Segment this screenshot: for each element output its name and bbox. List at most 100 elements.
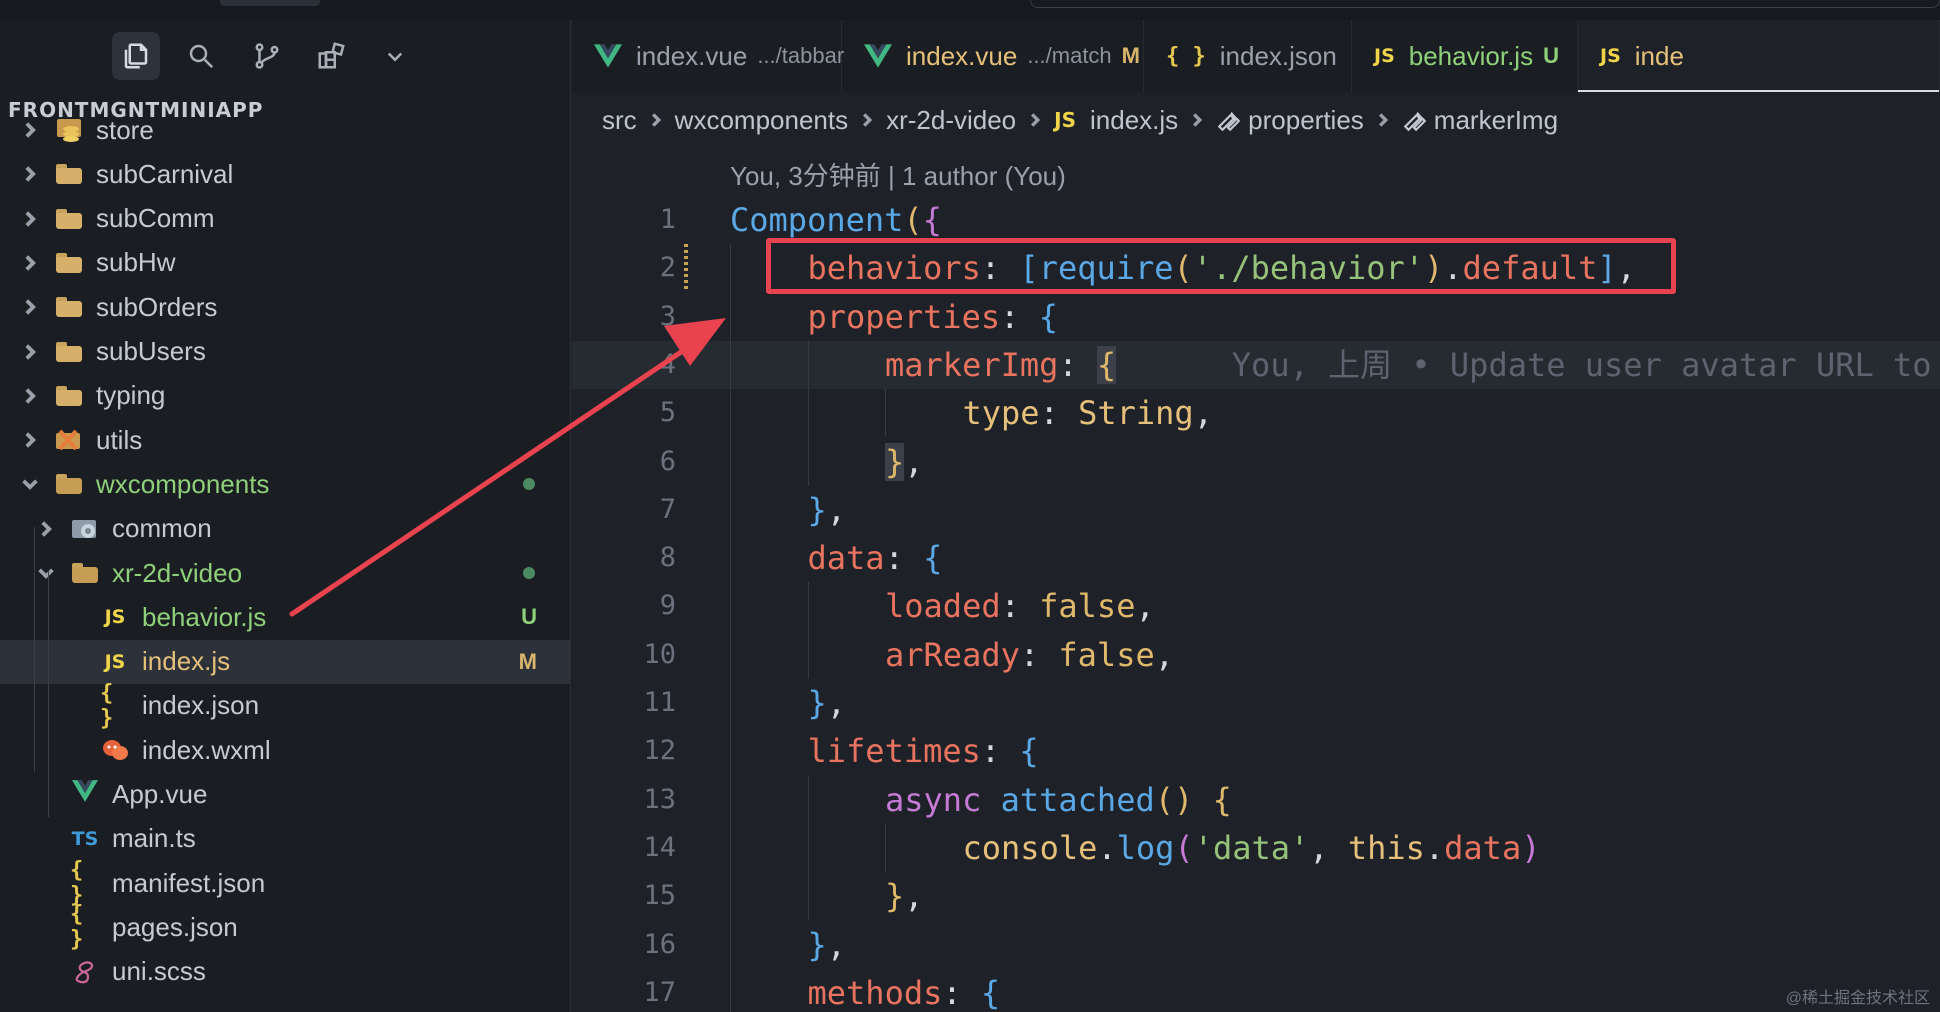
- code-line[interactable]: 14 console.log('data', this.data): [572, 824, 1940, 872]
- activity-toolbar: [0, 20, 570, 92]
- tree-item-main-ts[interactable]: TS main.ts: [0, 817, 570, 861]
- tree-item-app-vue[interactable]: App.vue: [0, 773, 570, 817]
- tree-item-index-wxml[interactable]: index.wxml: [0, 728, 570, 772]
- command-center[interactable]: [1030, 0, 1940, 8]
- folder-icon: [56, 252, 82, 273]
- tree-item-label: typing: [96, 380, 166, 411]
- chevron-right-icon: [1028, 113, 1042, 127]
- code-text: type: String,: [962, 394, 1213, 433]
- source-control-icon[interactable]: [243, 32, 291, 80]
- title-bar: [0, 0, 1940, 20]
- tree-item-behavior-js[interactable]: JS behavior.js U: [0, 595, 570, 639]
- tree-item-label: behavior.js: [142, 601, 267, 632]
- files-icon[interactable]: [112, 32, 160, 80]
- breadcrumb-properties[interactable]: properties: [1216, 105, 1364, 136]
- tree-item-common[interactable]: common: [0, 507, 570, 551]
- breadcrumb-file[interactable]: JS index.js: [1054, 105, 1178, 136]
- tab-index-json[interactable]: { } index.json: [1144, 20, 1352, 92]
- line-number: 6: [659, 445, 676, 477]
- code-line[interactable]: 5 type: String,: [572, 389, 1940, 437]
- folder-icon: [56, 208, 82, 229]
- code-line[interactable]: 7},: [572, 486, 1940, 534]
- code-line[interactable]: 3 properties: {: [572, 293, 1940, 341]
- code-line[interactable]: 1 Component({: [572, 196, 1940, 244]
- tree-item-store[interactable]: store: [0, 108, 570, 152]
- code-line[interactable]: 8 data: {: [572, 534, 1940, 582]
- tree-indent-guide: [48, 571, 49, 817]
- tree-item-subusers[interactable]: subUsers: [0, 330, 570, 374]
- code-line[interactable]: 13 async attached() {: [572, 776, 1940, 824]
- code-text: loaded: false,: [885, 587, 1155, 626]
- code-line[interactable]: 11},: [572, 679, 1940, 727]
- tree-item-label: pages.json: [112, 911, 238, 942]
- tab-inde[interactable]: JS inde: [1578, 20, 1940, 92]
- git-status-badge: M: [518, 648, 537, 674]
- tree-item-typing[interactable]: typing: [0, 374, 570, 418]
- tree-item-utils[interactable]: utils: [0, 418, 570, 462]
- tree-item-label: xr-2d-video: [112, 557, 243, 588]
- breadcrumb-src[interactable]: src: [602, 105, 637, 136]
- tree-item-label: subUsers: [96, 336, 206, 366]
- code-line[interactable]: 9 loaded: false,: [572, 582, 1940, 630]
- code-text: Component({: [730, 201, 942, 239]
- indent-guide: [807, 582, 809, 679]
- folder-icon: [56, 297, 82, 318]
- code-line[interactable]: 4 markerImg: { You, 上周 • Update user avat…: [572, 340, 1940, 389]
- line-number: 15: [643, 880, 676, 912]
- chevron-down-icon: [38, 568, 54, 579]
- chevron-down-icon[interactable]: [371, 32, 419, 80]
- tab-label: index.json: [1219, 40, 1337, 71]
- tree-item-label: store: [96, 114, 154, 145]
- tree-item-uni-scss[interactable]: uni.scss: [0, 950, 570, 994]
- js-file-icon: JS: [1600, 45, 1621, 67]
- tab-index-vue[interactable]: index.vue .../match M: [842, 20, 1144, 92]
- js-file-icon: JS: [104, 650, 126, 673]
- tree-item-wxcomponents[interactable]: wxcomponents: [0, 462, 570, 506]
- tree-item-subhw[interactable]: subHw: [0, 241, 570, 285]
- folder-open-icon: [72, 563, 98, 583]
- tree-item-xr-2d-video[interactable]: xr-2d-video: [0, 551, 570, 595]
- code-text: markerImg: { You, 上周 • Update user avata…: [885, 345, 1932, 384]
- chevron-right-icon: [1376, 113, 1390, 127]
- json-file-icon: { }: [70, 858, 84, 909]
- wrench-icon: [1403, 111, 1426, 132]
- tree-item-pages-json[interactable]: { } pages.json: [0, 902, 570, 952]
- tree-item-index-js[interactable]: JS index.js M: [0, 639, 570, 684]
- json-file-icon: { }: [1166, 43, 1206, 69]
- tree-item-index-json[interactable]: { } index.json: [0, 681, 570, 731]
- blame-header[interactable]: You, 3分钟前 | 1 author (You): [730, 156, 1066, 193]
- code-line[interactable]: 15},: [572, 872, 1940, 920]
- tree-item-label: main.ts: [112, 823, 196, 854]
- tree-item-label: subOrders: [96, 291, 218, 322]
- line-number: 12: [643, 735, 676, 767]
- chevron-right-icon: [25, 343, 36, 360]
- line-number: 5: [659, 397, 676, 429]
- code-line[interactable]: 10 arReady: false,: [572, 631, 1940, 679]
- editor-tabs: index.vue .../tabbar index.vue .../match M{ …: [572, 20, 1940, 92]
- code-line[interactable]: 12 lifetimes: {: [572, 727, 1940, 775]
- tree-item-subcarnival[interactable]: subCarnival: [0, 152, 570, 196]
- code-line[interactable]: 6},: [572, 438, 1940, 486]
- code-line[interactable]: 16},: [572, 921, 1940, 969]
- breadcrumb-wxcomponents[interactable]: wxcomponents: [675, 105, 848, 136]
- wxml-file-icon: [103, 740, 128, 761]
- wrench-icon: [1217, 111, 1241, 132]
- line-number: 17: [643, 976, 676, 1008]
- tree-item-manifest-json[interactable]: { } manifest.json: [0, 858, 570, 909]
- tab-description: .../tabbar: [757, 43, 845, 68]
- line-number: 1: [659, 204, 676, 235]
- search-icon[interactable]: [177, 32, 225, 80]
- breadcrumb: src wxcomponents xr-2d-video JS index.js …: [572, 92, 1940, 148]
- vue-file-icon: [594, 42, 622, 70]
- tab-index-vue[interactable]: index.vue .../tabbar: [572, 20, 845, 92]
- tree-item-subcomm[interactable]: subComm: [0, 197, 570, 241]
- line-number: 10: [643, 638, 676, 670]
- extensions-icon[interactable]: [307, 32, 355, 80]
- code-line[interactable]: 17 methods: {: [572, 969, 1940, 1012]
- breadcrumb-markerimg[interactable]: markerImg: [1402, 105, 1558, 136]
- breadcrumb-folder[interactable]: xr-2d-video: [886, 105, 1016, 136]
- highlight-annotation-box: [766, 238, 1676, 294]
- chevron-right-icon: [25, 299, 36, 315]
- tree-item-suborders[interactable]: subOrders: [0, 285, 570, 329]
- tab-behavior-js[interactable]: JS behavior.js U: [1352, 20, 1578, 92]
